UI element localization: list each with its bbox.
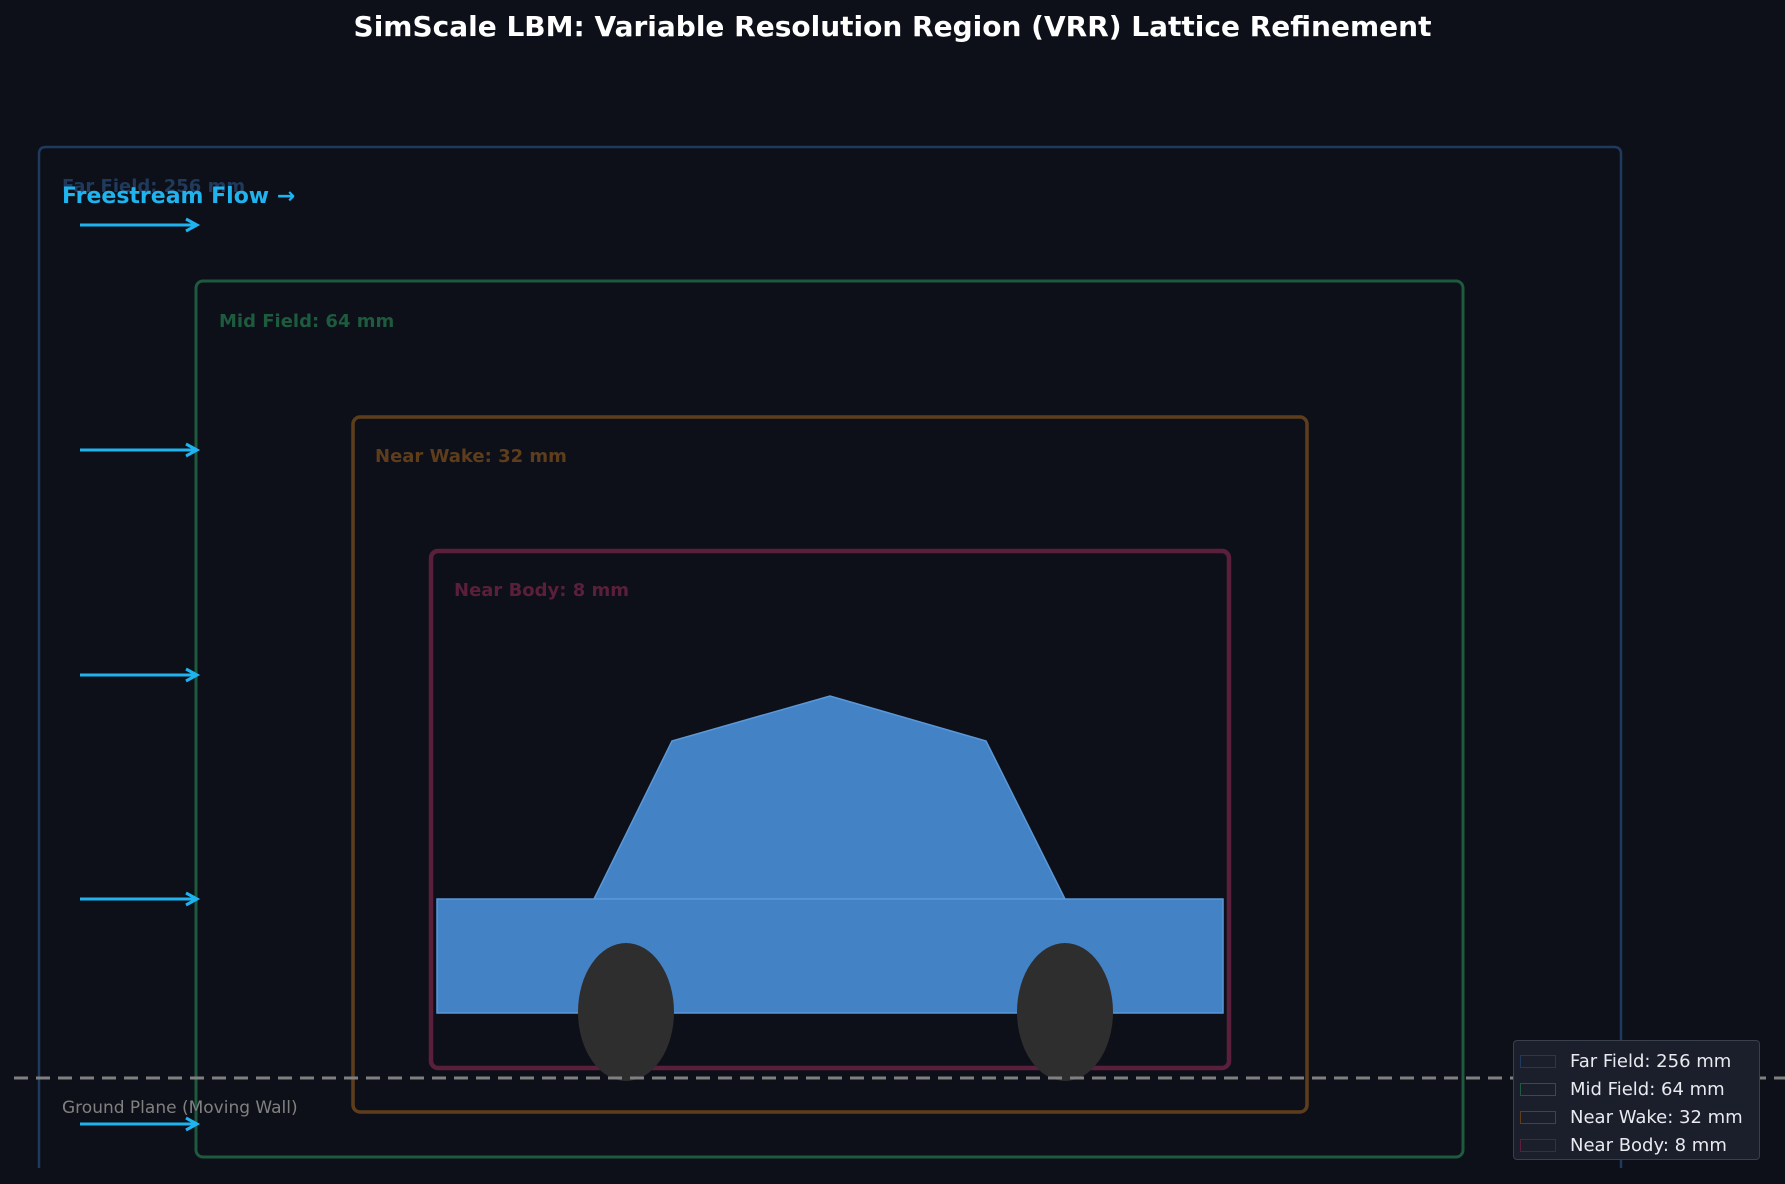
flow-arrow: [80, 217, 201, 233]
legend-label: Far Field: 256 mm: [1570, 1050, 1732, 1072]
flow-arrow: [80, 442, 201, 458]
front-wheel: [578, 943, 674, 1081]
legend-label: Near Wake: 32 mm: [1570, 1106, 1743, 1128]
flow-arrow: [80, 667, 201, 683]
freestream-flow-label: Freestream Flow →: [62, 184, 295, 209]
legend-label: Near Body: 8 mm: [1570, 1134, 1727, 1156]
ground-plane-label: Ground Plane (Moving Wall): [62, 1098, 298, 1118]
rear-wheel: [1017, 943, 1113, 1081]
zone-near-wake-label: Near Wake: 32 mm: [375, 446, 567, 467]
legend: Far Field: 256 mm Mid Field: 64 mm Near …: [1513, 1040, 1760, 1160]
zone-near-body-label: Near Body: 8 mm: [454, 580, 629, 601]
flow-arrow: [80, 1116, 201, 1132]
legend-swatch: [1520, 1138, 1556, 1152]
legend-item-near-wake: Near Wake: 32 mm: [1520, 1103, 1759, 1131]
legend-item-near-body: Near Body: 8 mm: [1520, 1131, 1759, 1159]
legend-label: Mid Field: 64 mm: [1570, 1078, 1725, 1100]
legend-swatch: [1520, 1082, 1556, 1096]
zone-mid-field-label: Mid Field: 64 mm: [219, 311, 394, 332]
vrr-diagram: Far Field: 256 mm Mid Field: 64 mm Near …: [14, 145, 1785, 1168]
legend-item-far-field: Far Field: 256 mm: [1520, 1047, 1759, 1075]
vehicle-cabin: [592, 695, 1067, 900]
zone-far-field: [37, 145, 1623, 1168]
flow-arrow: [80, 891, 201, 907]
legend-item-mid-field: Mid Field: 64 mm: [1520, 1075, 1759, 1103]
legend-swatch: [1520, 1054, 1556, 1068]
legend-swatch: [1520, 1110, 1556, 1124]
